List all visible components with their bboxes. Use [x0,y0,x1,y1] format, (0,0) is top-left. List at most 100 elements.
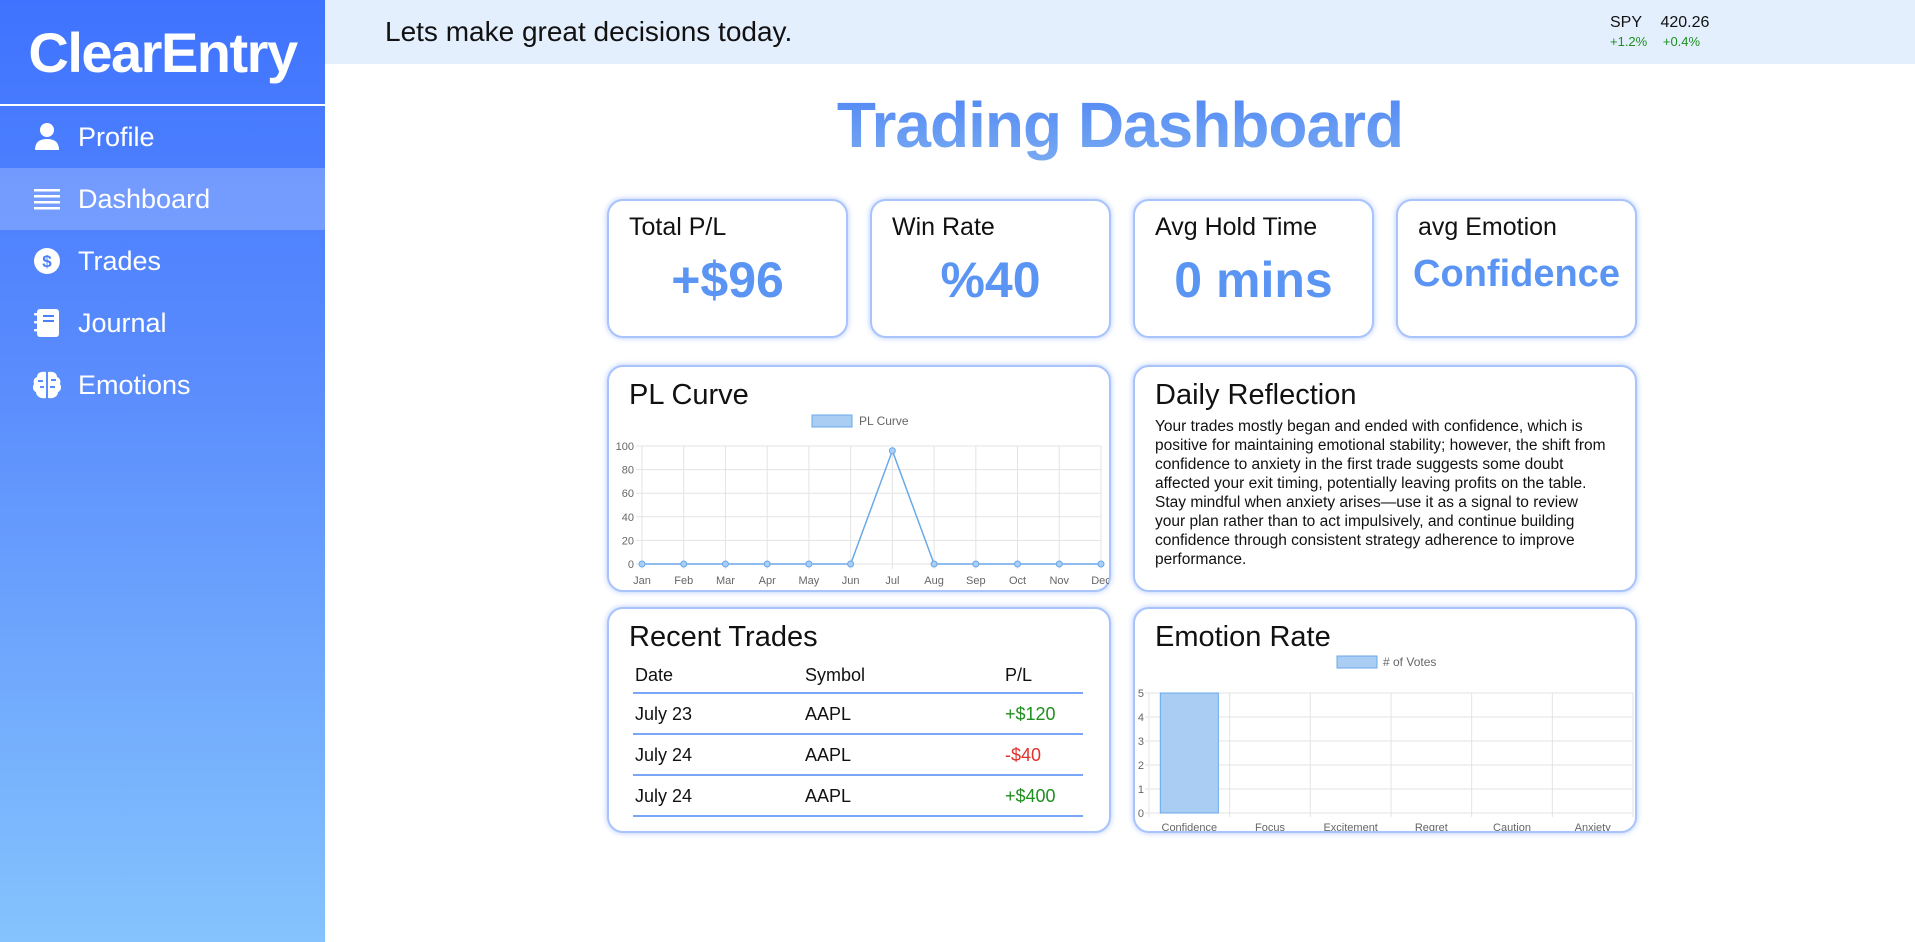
table-row[interactable]: July 23 AAPL +$120 [633,693,1083,735]
sidebar: ClearEntry Profile Dashboard $ Trades Jo… [0,0,325,942]
trade-symbol: AAPL [803,734,1003,776]
x-tick-label: Excitement [1323,822,1377,831]
data-point [930,560,938,568]
stat-label: Avg Hold Time [1155,213,1318,241]
svg-text:$: $ [42,252,52,271]
trade-symbol: AAPL [803,775,1003,817]
x-tick-label: Aug [924,575,944,587]
legend-swatch [1336,655,1378,669]
trade-date: July 24 [633,775,803,817]
y-tick-label: 100 [616,441,634,453]
sidebar-item-trades[interactable]: $ Trades [0,230,325,292]
emotion-rate-card: Emotion Rate # of Votes 0 1 2 3 4 5 Confidence F… [1133,607,1637,833]
trades-table: Date Symbol P/L July 23 AAPL +$120 July … [633,665,1083,817]
card-title: Recent Trades [629,621,818,653]
y-tick-label: 2 [1138,760,1144,772]
stat-card-avg-hold-time: Avg Hold Time 0 mins [1133,199,1374,338]
table-row[interactable]: July 24 AAPL -$40 [633,734,1083,776]
emotion-rate-chart: # of Votes 0 1 2 3 4 5 Confidence Focus Excitemen… [1138,655,1634,831]
x-tick-label: Jul [885,575,899,587]
legend-label: # of Votes [1383,655,1436,669]
data-point [888,447,896,455]
trade-date: July 23 [633,693,803,735]
stat-card-win-rate: Win Rate %40 [870,199,1111,338]
legend-swatch [811,414,853,428]
sidebar-item-label: Trades [78,245,162,276]
data-point [1014,560,1022,568]
person-icon [32,122,62,152]
dollar-icon: $ [32,246,62,276]
x-tick-label: Jan [633,575,651,587]
bar-confidence [1159,692,1219,814]
trade-pl: +$120 [1003,693,1083,735]
sidebar-item-dashboard[interactable]: Dashboard [0,168,325,230]
x-tick-label: Oct [1009,575,1026,587]
stat-card-avg-emotion: avg Emotion Confidence [1396,199,1637,338]
y-tick-label: 80 [622,465,634,477]
data-point [847,560,855,568]
y-tick-label: 1 [1138,784,1144,796]
ticker-symbol: SPY [1610,14,1643,31]
x-tick-label: Nov [1049,575,1069,587]
stat-card-total-pl: Total P/L +$96 [607,199,848,338]
sidebar-item-profile[interactable]: Profile [0,106,325,168]
stat-value: +$96 [671,252,784,308]
card-title: PL Curve [629,379,749,411]
page-title: Trading Dashboard [325,88,1915,162]
stat-label: Total P/L [629,213,727,241]
x-tick-label: May [799,575,820,587]
data-point [805,560,813,568]
x-tick-label: Apr [759,575,776,587]
sidebar-item-journal[interactable]: Journal [0,292,325,354]
sidebar-item-label: Journal [78,307,167,338]
stat-label: Win Rate [892,213,995,241]
trade-pl: -$40 [1003,734,1083,776]
ticker-change: +1.2% [1610,34,1648,49]
table-row[interactable]: July 24 AAPL +$400 [633,775,1083,817]
column-header-pl: P/L [1003,665,1083,694]
y-tick-label: 40 [622,512,634,524]
y-tick-label: 0 [628,559,634,571]
data-point [1097,560,1105,568]
x-tick-label: Confidence [1162,822,1218,831]
y-tick-label: 0 [1138,808,1144,820]
column-header-date: Date [633,665,803,694]
daily-reflection-card: Daily Reflection Your trades mostly bega… [1133,365,1637,592]
pl-curve-chart: PL Curve 0 20 40 60 80 100 Jan Feb Mar Apr May Jun Ju… [616,414,1109,587]
x-tick-label: Dec [1091,575,1109,587]
recent-trades-card: Recent Trades Date Symbol P/L July 23 AA… [607,607,1111,833]
trade-pl: +$400 [1003,775,1083,817]
top-bar: Lets make great decisions today. SPY 420… [325,0,1915,64]
sidebar-item-label: Profile [78,121,155,152]
x-tick-label: Anxiety [1575,822,1612,831]
ticker-price: 420.26 [1660,14,1710,31]
x-tick-label: Sep [966,575,986,587]
data-point [721,560,729,568]
data-point [680,560,688,568]
sidebar-item-label: Dashboard [78,183,211,214]
ticker-change-secondary: +0.4% [1662,34,1701,49]
legend-label: PL Curve [859,414,909,428]
sidebar-item-emotions[interactable]: Emotions [0,354,325,416]
sidebar-item-label: Emotions [78,369,191,400]
data-point [638,560,646,568]
stat-label: avg Emotion [1418,213,1557,241]
y-tick-label: 60 [622,488,634,500]
brain-icon [32,370,62,400]
x-tick-label: Feb [674,575,693,587]
x-tick-label: Jun [842,575,860,587]
table-header-row: Date Symbol P/L [633,665,1083,694]
card-title: Daily Reflection [1155,379,1357,411]
y-tick-label: 5 [1138,688,1144,700]
pl-curve-card: PL Curve PL Curve 0 20 40 60 80 100 Jan Feb Mar Ap… [607,365,1111,592]
pl-curve-line [642,448,1101,565]
trade-symbol: AAPL [803,693,1003,735]
market-ticker: SPY 420.26 +1.2% +0.4% [1610,14,1709,49]
brand-logo[interactable]: ClearEntry [0,0,325,106]
list-icon [32,184,62,214]
journal-icon [32,308,62,338]
column-header-symbol: Symbol [803,665,1003,694]
stat-value: %40 [940,252,1041,308]
x-tick-label: Focus [1255,822,1285,831]
reflection-text: Your trades mostly began and ended with … [1155,418,1606,568]
